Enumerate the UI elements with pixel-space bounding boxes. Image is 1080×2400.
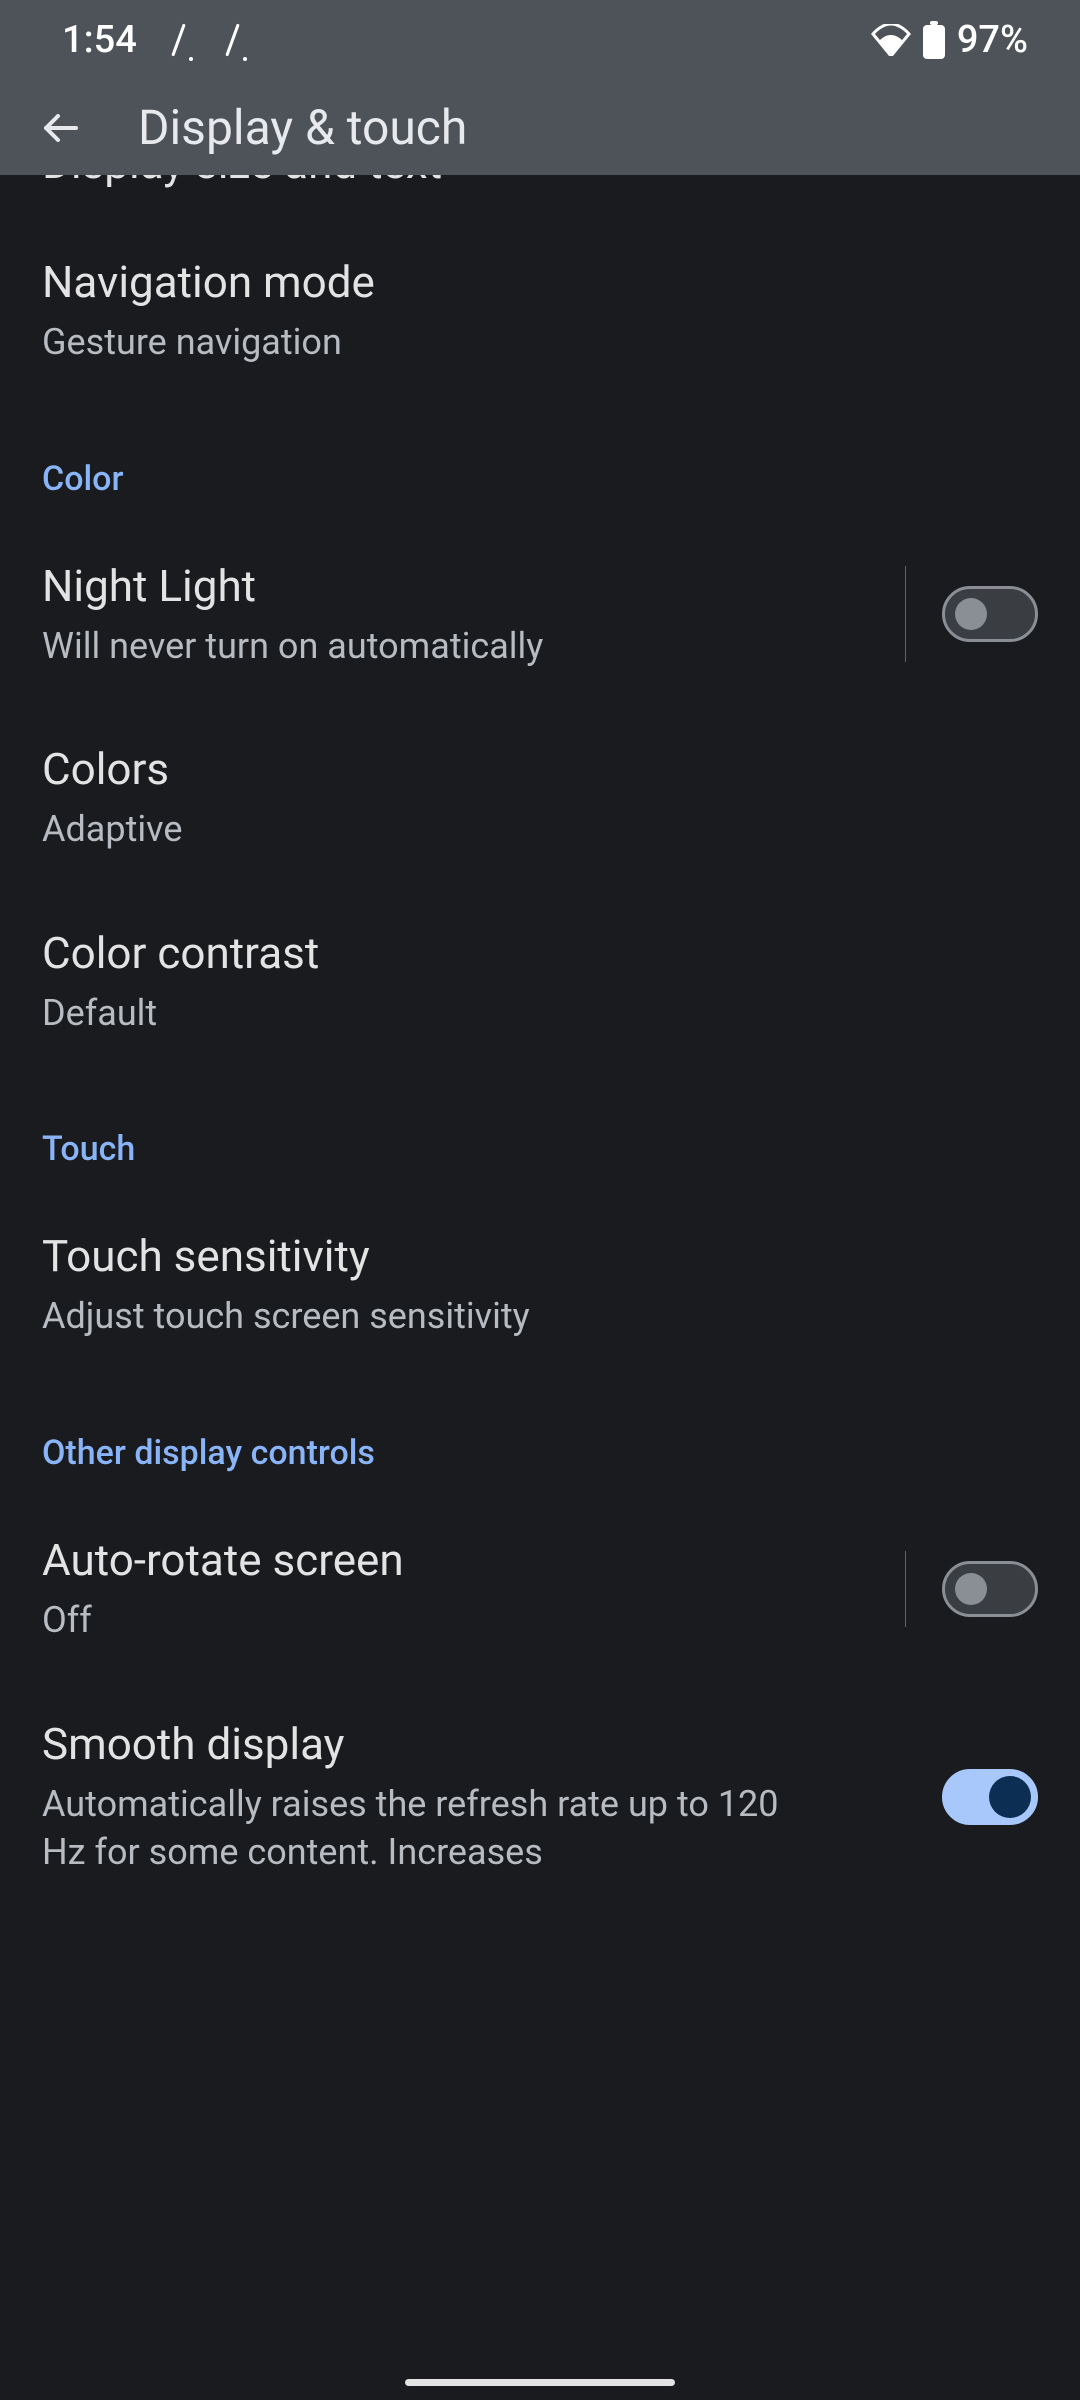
switch-container — [905, 1551, 1038, 1627]
status-right: 97% — [871, 18, 1028, 62]
arrow-left-icon — [38, 106, 82, 150]
setting-subtitle: Gesture navigation — [42, 318, 1038, 367]
setting-row-auto-rotate[interactable]: Auto-rotate screen Off — [0, 1497, 1080, 1681]
setting-title: Smooth display — [42, 1717, 914, 1772]
setting-row-navigation-mode[interactable]: Navigation mode Gesture navigation — [0, 195, 1080, 403]
switch-container — [905, 566, 1038, 662]
app-bar: Display & touch — [0, 80, 1080, 175]
settings-content[interactable]: Display size and text Navigation mode Ge… — [0, 175, 1080, 1913]
vertical-divider — [905, 1551, 906, 1627]
setting-row-night-light[interactable]: Night Light Will never turn on automatic… — [0, 523, 1080, 707]
setting-title: Auto-rotate screen — [42, 1533, 877, 1588]
vertical-divider — [905, 566, 906, 662]
setting-row-colors[interactable]: Colors Adaptive — [0, 706, 1080, 890]
notification-icon — [167, 23, 189, 57]
status-notification-icons — [167, 23, 243, 57]
gesture-nav-pill[interactable] — [405, 2379, 675, 2386]
status-bar: 1:54 97% — [0, 0, 1080, 80]
setting-row-smooth-display[interactable]: Smooth display Automatically raises the … — [0, 1681, 1080, 1913]
setting-subtitle: Adjust touch screen sensitivity — [42, 1292, 1038, 1341]
page-title: Display & touch — [138, 99, 467, 156]
setting-row-touch-sensitivity[interactable]: Touch sensitivity Adjust touch screen se… — [0, 1193, 1080, 1377]
notification-icon — [221, 23, 243, 57]
status-time: 1:54 — [62, 18, 137, 62]
setting-subtitle: Default — [42, 989, 1038, 1038]
setting-subtitle: Adaptive — [42, 805, 1038, 854]
setting-title: Colors — [42, 742, 1038, 797]
wifi-icon — [871, 24, 911, 56]
setting-row-display-size-cut[interactable]: Display size and text — [0, 175, 1080, 195]
setting-subtitle: Off — [42, 1596, 877, 1645]
night-light-toggle[interactable] — [942, 586, 1038, 642]
auto-rotate-toggle[interactable] — [942, 1561, 1038, 1617]
section-header-other: Other display controls — [0, 1377, 1080, 1497]
battery-icon — [923, 21, 945, 59]
section-header-touch: Touch — [0, 1073, 1080, 1193]
section-header-color: Color — [0, 403, 1080, 523]
setting-row-color-contrast[interactable]: Color contrast Default — [0, 890, 1080, 1074]
setting-title: Display size and text — [42, 175, 1038, 189]
setting-subtitle: Automatically raises the refresh rate up… — [42, 1780, 802, 1877]
setting-title: Touch sensitivity — [42, 1229, 1038, 1284]
setting-subtitle: Will never turn on automatically — [42, 622, 877, 671]
setting-title: Navigation mode — [42, 255, 1038, 310]
setting-title: Night Light — [42, 559, 877, 614]
switch-container — [942, 1769, 1038, 1825]
status-battery-pct: 97% — [957, 18, 1028, 62]
setting-title: Color contrast — [42, 926, 1038, 981]
back-button[interactable] — [30, 98, 90, 158]
smooth-display-toggle[interactable] — [942, 1769, 1038, 1825]
status-left: 1:54 — [62, 18, 243, 62]
